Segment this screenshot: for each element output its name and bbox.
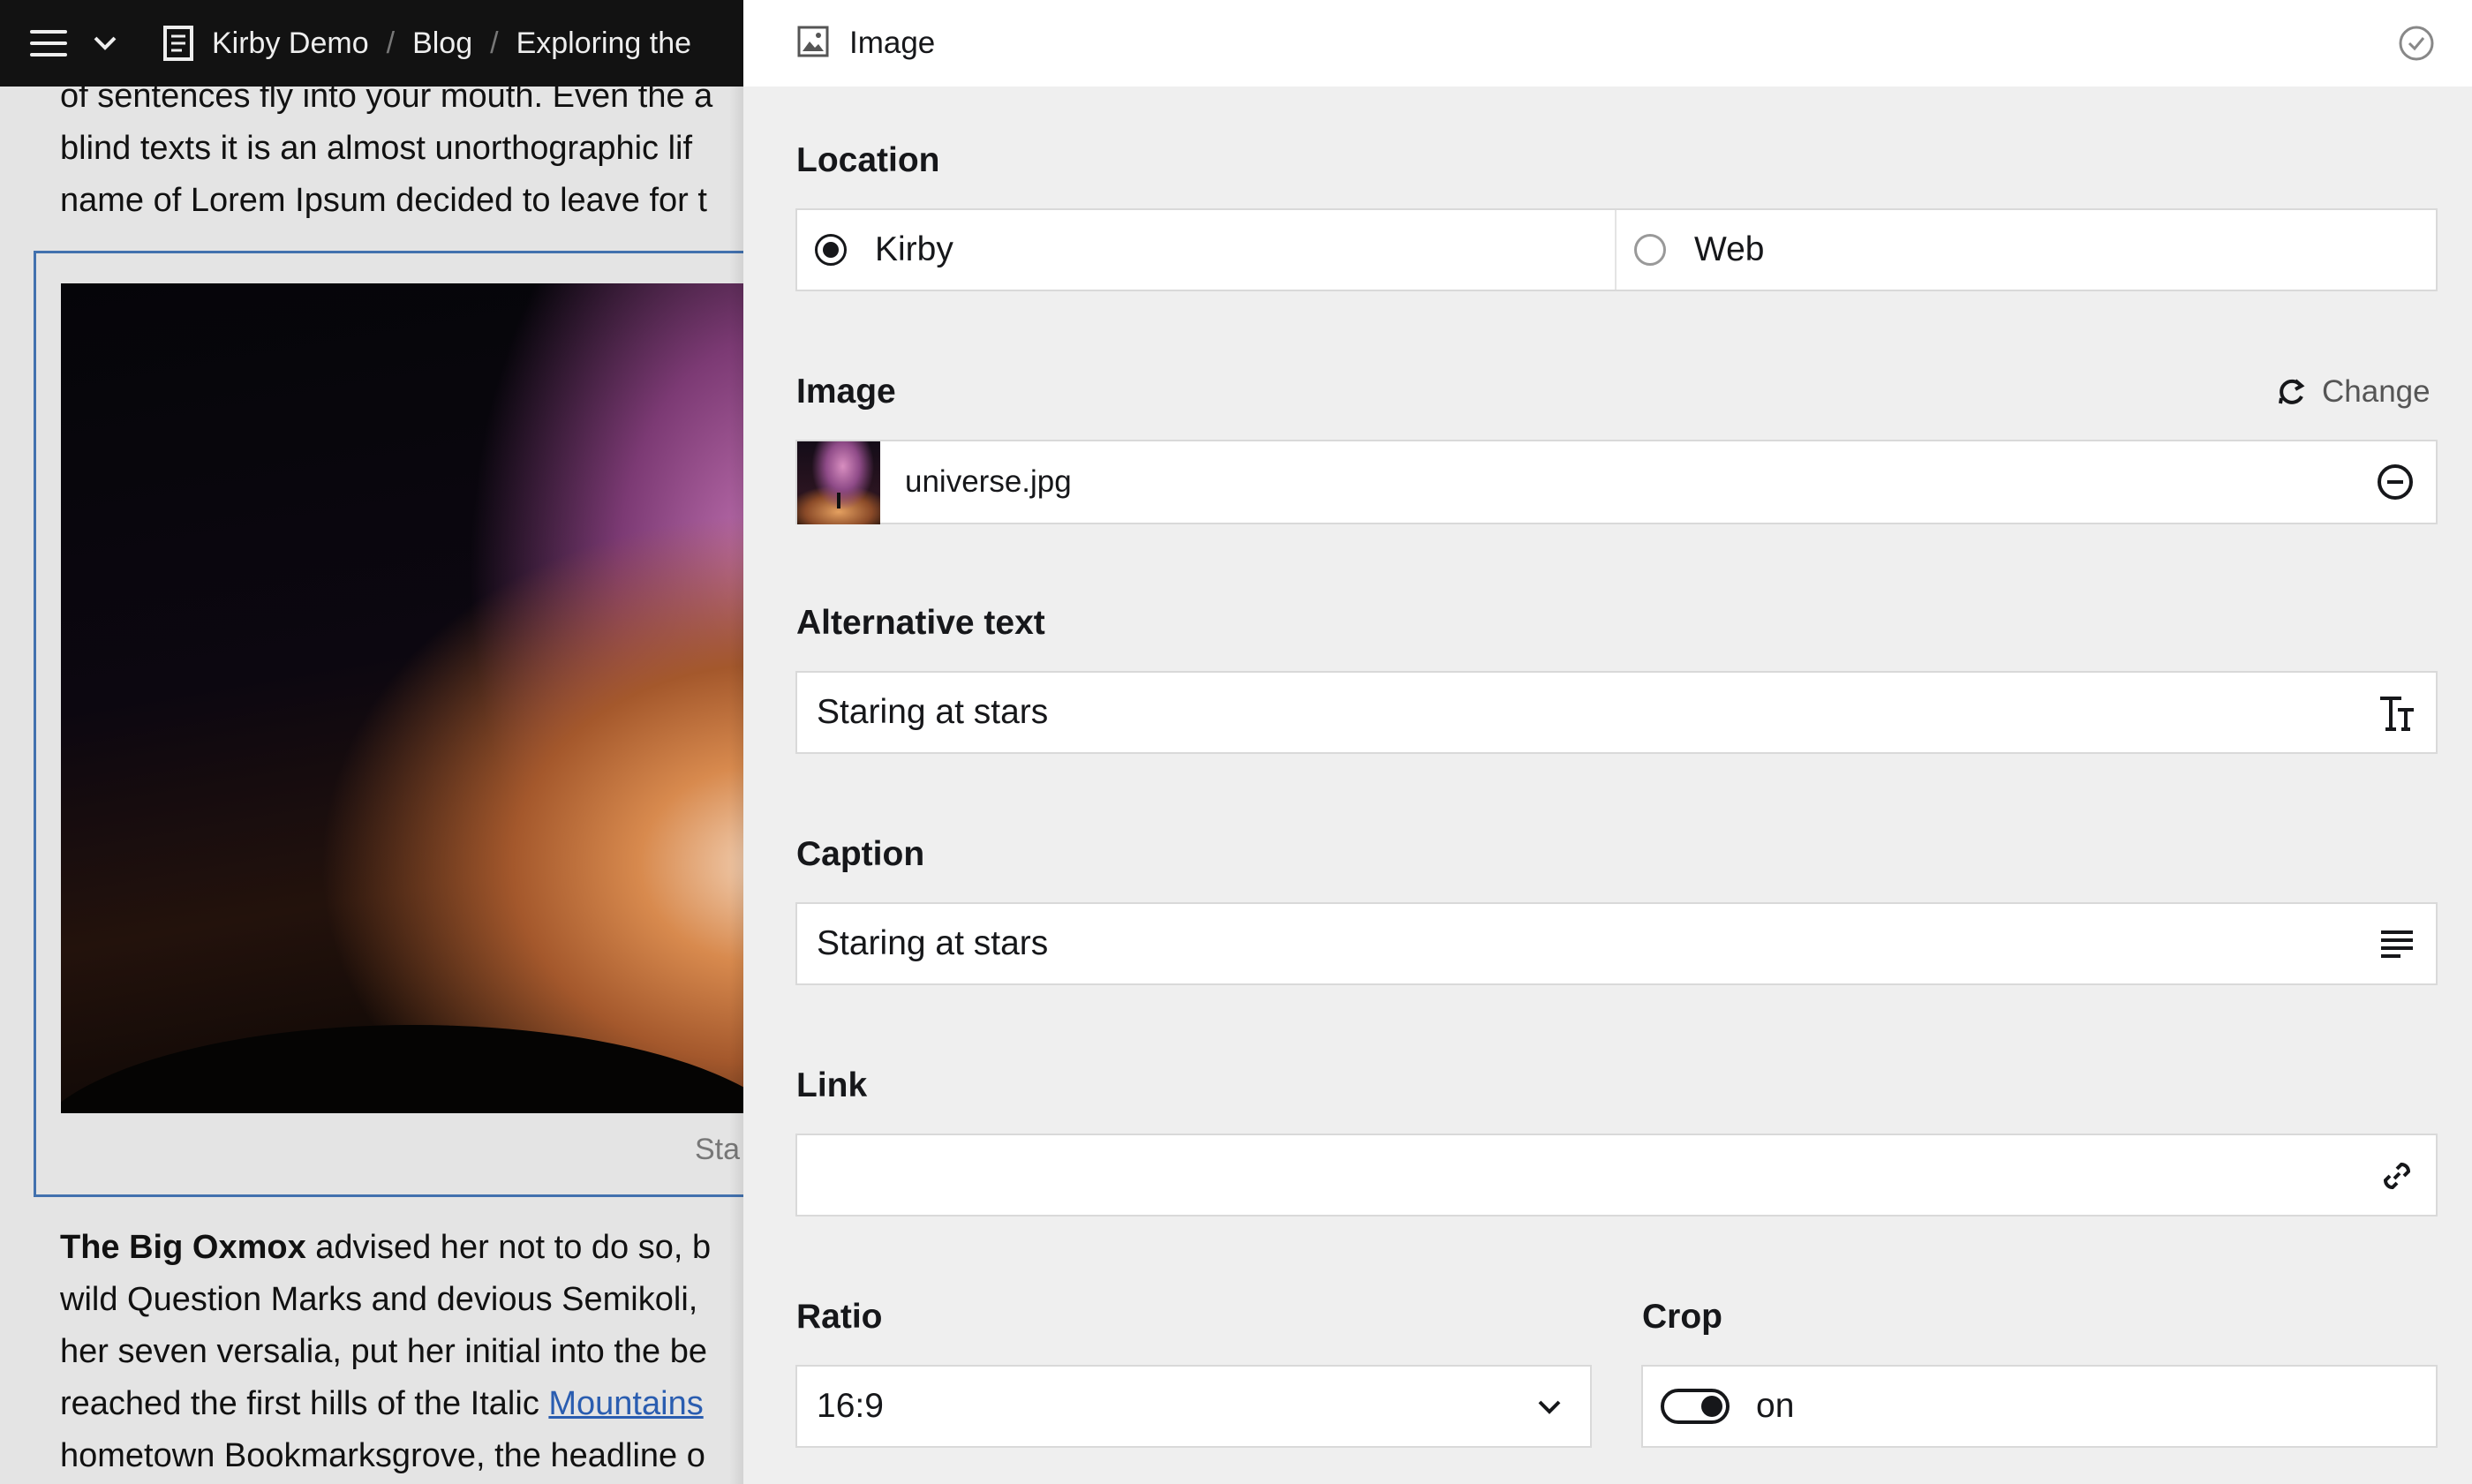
radio-label: Kirby [875, 230, 953, 268]
alt-text-input[interactable]: Staring at stars [817, 673, 1048, 752]
radio-checked-icon[interactable] [815, 234, 847, 266]
page-icon [162, 26, 194, 61]
text-line: reached the first hills of the Italic Mo… [60, 1378, 743, 1430]
toggle-switch[interactable] [1661, 1389, 1730, 1424]
caption-label: Caption [796, 835, 925, 873]
text-line: wild Question Marks and devious Semikoli… [60, 1281, 698, 1318]
breadcrumb-item[interactable]: Kirby Demo [212, 26, 369, 61]
chevron-down-icon [1535, 1393, 1564, 1421]
ratio-select[interactable]: 16:9 [795, 1365, 1592, 1448]
check-circle-icon[interactable] [2398, 25, 2435, 62]
link-label: Link [796, 1066, 868, 1104]
bold-text: The Big Oxmox [60, 1229, 306, 1266]
link-field[interactable] [795, 1134, 2438, 1217]
change-label: Change [2322, 374, 2431, 409]
text-line: The Big Oxmox advised her not to do so, … [60, 1222, 743, 1274]
breadcrumb-separator: / [386, 26, 396, 60]
text-line: name of Lorem Ipsum decided to leave for… [60, 182, 707, 219]
image-file-item[interactable]: universe.jpg [795, 440, 2438, 524]
change-image-button[interactable]: Change [2274, 374, 2431, 410]
text-format-icon [2378, 694, 2416, 733]
breadcrumb-separator: / [490, 26, 499, 60]
chevron-down-icon[interactable] [94, 36, 117, 50]
paragraph-top[interactable]: of sentences fly into your mouth. Even t… [60, 71, 743, 227]
alt-text-field[interactable]: Staring at stars [795, 671, 2438, 754]
file-name: universe.jpg [905, 464, 1072, 499]
remove-circle-icon[interactable] [2376, 463, 2415, 501]
text-line: hometown Bookmarksgrove, the headline o [60, 1437, 705, 1474]
image-icon [796, 25, 830, 63]
file-thumbnail [797, 441, 880, 524]
text-align-left-icon [2378, 925, 2416, 964]
link-icon[interactable] [2378, 1156, 2416, 1195]
text-span: reached the first hills of the Italic [60, 1385, 549, 1422]
radio-label: Web [1694, 230, 1765, 268]
universe-photo [61, 283, 743, 1113]
drawer-header: Image [743, 0, 2472, 87]
crop-label: Crop [1642, 1298, 1722, 1336]
page-background: Kirby Demo / Blog / Exploring the of sen… [0, 0, 743, 1484]
paragraph-bottom[interactable]: The Big Oxmox advised her not to do so, … [60, 1222, 743, 1482]
caption-input[interactable]: Staring at stars [817, 904, 1048, 983]
breadcrumb-item[interactable]: Blog [412, 26, 472, 61]
radio-option-kirby[interactable]: Kirby [815, 210, 953, 290]
ratio-label: Ratio [796, 1298, 883, 1336]
text-line: her seven versalia, put her initial into… [60, 1333, 707, 1370]
text-line: blind texts it is an almost unorthograph… [60, 130, 693, 167]
toggle-label: on [1756, 1387, 1795, 1425]
text-span: advised her not to do so, b [305, 1229, 712, 1266]
crop-toggle-field[interactable]: on [1641, 1365, 2438, 1448]
radio-option-web[interactable]: Web [1634, 210, 1765, 290]
image-label: Image [796, 373, 896, 411]
mountains-link[interactable]: Mountains [548, 1385, 703, 1422]
refresh-icon [2274, 375, 2308, 409]
drawer-shadow [729, 0, 743, 1484]
location-radio-group: Kirby Web [795, 208, 2438, 291]
menu-icon[interactable] [30, 28, 67, 58]
caption-field[interactable]: Staring at stars [795, 902, 2438, 985]
location-label: Location [796, 141, 940, 179]
radio-unchecked-icon[interactable] [1634, 234, 1666, 266]
crop-toggle[interactable]: on [1661, 1367, 1794, 1446]
image-drawer: Image Location Kirby Web Image Change un… [743, 0, 2472, 1484]
alt-text-label: Alternative text [796, 604, 1045, 642]
image-block[interactable]: Sta [34, 251, 743, 1197]
drawer-title: Image [849, 26, 936, 60]
ratio-value: 16:9 [817, 1387, 884, 1425]
topbar: Kirby Demo / Blog / Exploring the [0, 0, 743, 87]
breadcrumb-item[interactable]: Exploring the [516, 26, 691, 61]
divider [1615, 210, 1617, 290]
